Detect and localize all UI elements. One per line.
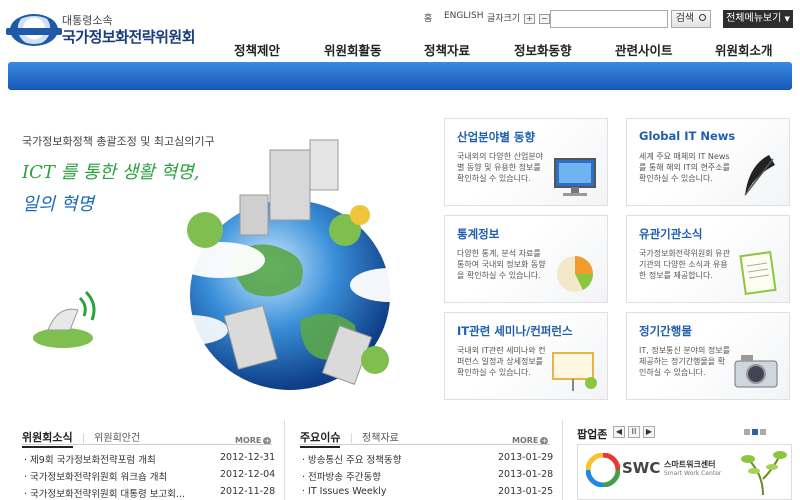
card-related-org-news[interactable]: 유관기관소식 국가정보화전략위원회 유관기관의 다양한 소식과 유용한 정보를 … [626,215,790,303]
card-description: IT, 정보통신 분야의 정보를 제공하는 정기간행물을 확인하실 수 있습니다… [639,346,731,377]
list-date: 2013-01-25 [498,486,554,497]
all-menu-label: 전체메뉴보기 [726,13,782,24]
card-global-it-news[interactable]: Global IT News 세계 주요 매체의 IT News를 통해 해외 … [626,118,790,206]
zoom-out-button[interactable]: − [538,13,550,24]
list-item[interactable]: · IT Issues Weekly [302,486,387,497]
search-input[interactable] [550,10,668,28]
card-title: IT관련 세미나/컨퍼런스 [457,324,573,338]
popup-pause-button[interactable]: II [628,426,640,438]
list-item[interactable]: · 방송통신 주요 정책동향 [302,452,401,466]
divider [300,444,550,445]
satellite-dish-illustration [33,290,96,348]
tab-committee-agenda[interactable]: 위원회안건 [94,433,140,444]
card-description: 세계 주요 매체의 IT News를 통해 해외 IT의 현주소를 확인하실 수… [639,152,731,183]
globe-city-illustration [152,139,430,390]
document-icon [739,250,777,296]
list-date: 2013-01-29 [498,452,554,463]
tree-branch-illustration [741,451,787,495]
list-item[interactable]: · 전파방송 주간동향 [302,469,381,483]
column-divider [562,420,563,500]
popup-zone-title: 팝업존 [577,428,608,441]
gnb-item-about[interactable]: 위원회소개 [715,40,773,59]
card-industry-trends[interactable]: 산업분야별 동향 국내외의 다양한 산업분야별 동향 및 유용한 정보를 확인하… [444,118,608,206]
site-header: 대통령소속 국가정보화전략위원회 홈 ENGLISH 글자크기 + − 검색 전… [0,0,800,62]
popup-banner-smart-work-center[interactable]: SWC 스마트워크센터 Smart Work Center [577,444,792,500]
gnb-item-policy-proposal[interactable]: 정책제안 [234,40,280,59]
search-button[interactable]: 검색 [671,10,711,28]
submenu-bar [8,62,792,90]
gnb-item-it-trends[interactable]: 정보화동향 [514,40,572,59]
camera-icon [734,355,778,388]
card-it-seminars[interactable]: IT관련 세미나/컨퍼런스 국내외 IT관련 세미나와 컨퍼런스 일정과 상세정… [444,312,608,400]
list-date: 2012-12-04 [220,469,276,480]
tab-key-issues[interactable]: 주요이슈 [300,431,341,448]
pager-dot-active[interactable] [752,429,758,435]
popup-next-button[interactable]: ▶ [643,426,655,438]
pie-chart-icon [557,256,593,292]
swc-name: 스마트워크센터 [664,460,716,469]
util-english-link[interactable]: ENGLISH [444,11,484,21]
issues-tabs: 주요이슈 | 정책자료 [300,426,399,448]
card-description: 국내외의 다양한 산업분야별 동향 및 유용한 정보를 확인하실 수 있습니다. [457,152,544,183]
fontsize-label: 글자크기 [487,14,521,24]
presentation-board-icon [552,352,597,391]
news-tabs: 위원회소식 | 위원회안건 [22,426,140,448]
org-name-logo[interactable]: 국가정보화전략위원회 [62,26,196,47]
pager-dot[interactable] [744,429,750,435]
government-seal-logo[interactable] [6,14,62,46]
list-item[interactable]: · 국가정보화전략위원회 워크숍 개최 [24,469,167,483]
card-title: 유관기관소식 [639,227,703,241]
popup-prev-button[interactable]: ◀ [613,426,625,438]
swc-subtitle: Smart Work Center [664,470,722,477]
slogan-line2: 일의 혁명 [22,194,94,215]
card-title: Global IT News [639,129,736,143]
list-date: 2013-01-28 [498,469,554,480]
quill-pen-icon [744,155,775,196]
monitor-icon [554,158,596,196]
all-menu-button[interactable]: 전체메뉴보기 ▼ [723,10,793,28]
card-statistics[interactable]: 통계정보 다양한 통계, 분석 자료를 통하여 국내외 정보화 동향을 확인하실… [444,215,608,303]
tab-policy-materials[interactable]: 정책자료 [362,433,399,444]
column-divider [284,420,285,500]
list-item[interactable]: · 국가정보화전략위원회 대통령 보고회... [24,486,185,500]
card-description: 다양한 통계, 분석 자료를 통하여 국내외 정보화 동향을 확인하실 수 있습… [457,249,546,280]
gnb-item-committee-activity[interactable]: 위원회활동 [324,40,382,59]
card-title: 정기간행물 [639,324,692,338]
gnb-item-related-sites[interactable]: 관련사이트 [615,40,673,59]
card-description: 국내외 IT관련 세미나와 컨퍼런스 일정과 상세정보를 확인하실 수 있습니다… [457,346,546,377]
list-date: 2012-12-31 [220,452,276,463]
swc-logo-text: SWC [622,459,661,477]
card-title: 산업분야별 동향 [457,130,536,144]
list-date: 2012-11-28 [220,486,276,497]
card-description: 국가정보화전략위원회 유관기관의 다양한 소식과 유용한 정보를 제공합니다. [639,249,730,280]
tab-committee-news[interactable]: 위원회소식 [22,431,73,448]
list-item[interactable]: · 제9회 국가정보화전략포럼 개최 [24,452,156,466]
util-fontsize: 글자크기 + − [487,11,550,24]
divider [22,444,272,445]
gnb-item-policy-materials[interactable]: 정책자료 [424,40,470,59]
search-icon [699,14,707,21]
card-title: 통계정보 [457,227,500,241]
util-home-link[interactable]: 홈 [424,11,432,24]
search-button-label: 검색 [675,13,695,24]
card-periodicals[interactable]: 정기간행물 IT, 정보통신 분야의 정보를 제공하는 정기간행물을 확인하실 … [626,312,790,400]
caret-down-icon: ▼ [784,15,790,23]
pager-dot[interactable] [760,429,766,435]
zoom-in-button[interactable]: + [524,13,535,24]
swc-logo-icon [586,453,620,487]
